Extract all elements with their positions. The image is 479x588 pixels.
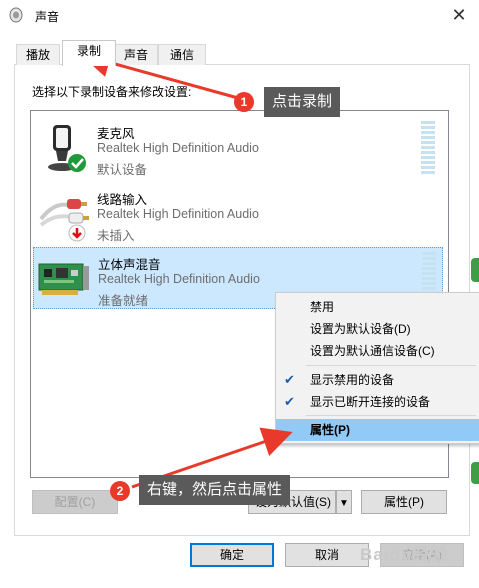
set-default-dropdown[interactable]: ▼: [336, 490, 352, 514]
ok-button[interactable]: 确定: [190, 543, 274, 567]
default-check-icon: [68, 154, 86, 172]
callout-2: 右键，然后点击属性: [139, 475, 291, 505]
dropdown-arrow-icon: ▼: [339, 498, 349, 509]
context-menu: 禁用 设置为默认设备(D) 设置为默认通信设备(C) ✔ 显示禁用的设备 ✔ 显…: [275, 292, 479, 444]
speaker-icon: [9, 7, 23, 23]
device-item-microphone[interactable]: 麦克风 Realtek High Definition Audio 默认设备: [33, 117, 443, 179]
tab-strip: 播放 录制 声音 通信: [14, 40, 462, 66]
device-driver: Realtek High Definition Audio: [98, 272, 260, 286]
microphone-icon: [48, 125, 86, 172]
level-meter: [421, 121, 435, 177]
callout-1: 点击录制: [264, 87, 341, 117]
device-driver: Realtek High Definition Audio: [97, 141, 259, 155]
device-name: 线路输入: [97, 193, 148, 207]
device-driver: Realtek High Definition Audio: [97, 207, 259, 221]
menu-separator: [306, 415, 476, 416]
menu-separator: [306, 365, 476, 366]
watermark: Baidu经验: [360, 545, 449, 564]
menu-item-properties[interactable]: 属性(P): [276, 419, 479, 441]
device-status: 默认设备: [97, 163, 148, 177]
window-title: 声音: [35, 10, 60, 24]
title-bar: 声音 ✕: [0, 0, 479, 30]
tab-sounds[interactable]: 声音: [114, 44, 158, 65]
tab-communications[interactable]: 通信: [158, 44, 206, 65]
sound-card-icon: [38, 263, 89, 295]
checkmark-icon: ✔: [284, 394, 295, 409]
cancel-button[interactable]: 取消: [285, 543, 369, 567]
menu-item-show-disconnected[interactable]: ✔ 显示已断开连接的设备: [276, 391, 479, 413]
close-icon: ✕: [451, 5, 467, 25]
line-in-cable-icon: [39, 199, 89, 242]
side-tab: [471, 462, 479, 484]
configure-button[interactable]: 配置(C): [32, 490, 118, 514]
menu-item-set-default-device[interactable]: 设置为默认设备(D): [276, 318, 479, 340]
device-name: 麦克风: [97, 127, 135, 141]
close-button[interactable]: ✕: [443, 2, 475, 28]
step-badge-1: 1: [234, 92, 254, 112]
device-item-line-in[interactable]: 线路输入 Realtek High Definition Audio 未插入: [33, 183, 443, 245]
device-name: 立体声混音: [98, 258, 161, 272]
instruction-text: 选择以下录制设备来修改设置:: [32, 85, 192, 99]
step-badge-2: 2: [110, 481, 130, 501]
properties-button[interactable]: 属性(P): [361, 490, 447, 514]
menu-item-show-disabled[interactable]: ✔ 显示禁用的设备: [276, 369, 479, 391]
menu-item-set-default-comm-device[interactable]: 设置为默认通信设备(C): [276, 340, 479, 362]
checkmark-icon: ✔: [284, 372, 295, 387]
tab-playback[interactable]: 播放: [16, 44, 60, 65]
menu-item-disable[interactable]: 禁用: [276, 296, 479, 318]
device-status: 未插入: [97, 229, 135, 243]
device-status: 准备就绪: [98, 294, 149, 308]
tab-recording[interactable]: 录制: [62, 40, 116, 66]
side-tab: [471, 258, 479, 282]
